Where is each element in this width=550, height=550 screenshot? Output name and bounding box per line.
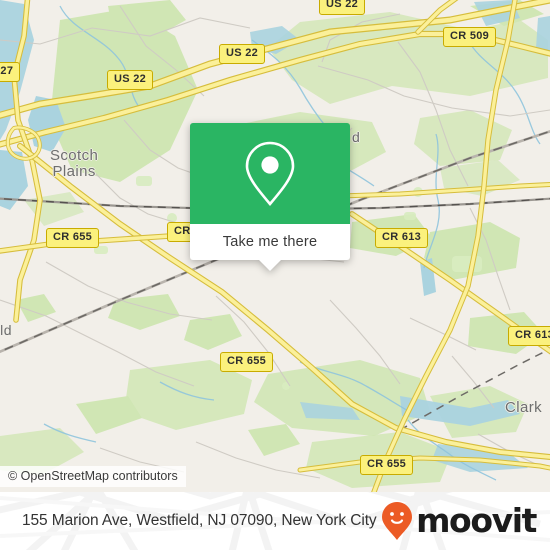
popup-tail-icon: [259, 260, 281, 271]
road-shield-cr-527[interactable]: 527: [0, 62, 21, 82]
address-footer-bar: 155 Marion Ave, Westfield, NJ 07090, New…: [0, 492, 550, 550]
location-pin-icon: [245, 141, 295, 206]
take-me-there-label: Take me there: [222, 234, 318, 250]
road-shield-us-22-top[interactable]: US 22: [319, 0, 366, 15]
road-shield-cr-509[interactable]: CR 509: [443, 27, 497, 47]
road-shield-cr-613-right[interactable]: CR 613: [508, 326, 550, 346]
place-label-garwood-clipped: d: [352, 129, 361, 145]
road-shield-us-22-left[interactable]: US 22: [219, 44, 266, 64]
place-label-westfield-clipped: eld: [0, 322, 12, 338]
place-label-scotch-plains: Scotch Plains: [50, 147, 99, 181]
popup-header: [190, 123, 350, 224]
place-label-clark: Clark: [505, 399, 543, 416]
osm-attribution[interactable]: © OpenStreetMap contributors: [0, 466, 186, 487]
moovit-wordmark: moovit: [416, 500, 537, 540]
road-shield-cr-655-lower[interactable]: CR 655: [220, 352, 274, 372]
popup-footer[interactable]: Take me there: [190, 224, 350, 271]
moovit-brand[interactable]: moovit: [381, 500, 537, 541]
moovit-map-screen: Scotch Plains Clark eld d US 22 US 22 US…: [0, 0, 550, 550]
destination-popup[interactable]: Take me there: [190, 123, 350, 271]
road-shield-cr-655-upper[interactable]: CR 655: [46, 228, 100, 248]
address-text: 155 Marion Ave, Westfield, NJ 07090, New…: [22, 512, 377, 529]
road-shield-us-22-mid[interactable]: US 22: [107, 70, 154, 90]
moovit-smiley-pin-icon: [382, 502, 413, 540]
map-canvas[interactable]: Scotch Plains Clark eld d US 22 US 22 US…: [0, 0, 550, 492]
road-shield-cr-655-bottom[interactable]: CR 655: [360, 455, 414, 475]
road-shield-cr-613-upper[interactable]: CR 613: [375, 228, 429, 248]
